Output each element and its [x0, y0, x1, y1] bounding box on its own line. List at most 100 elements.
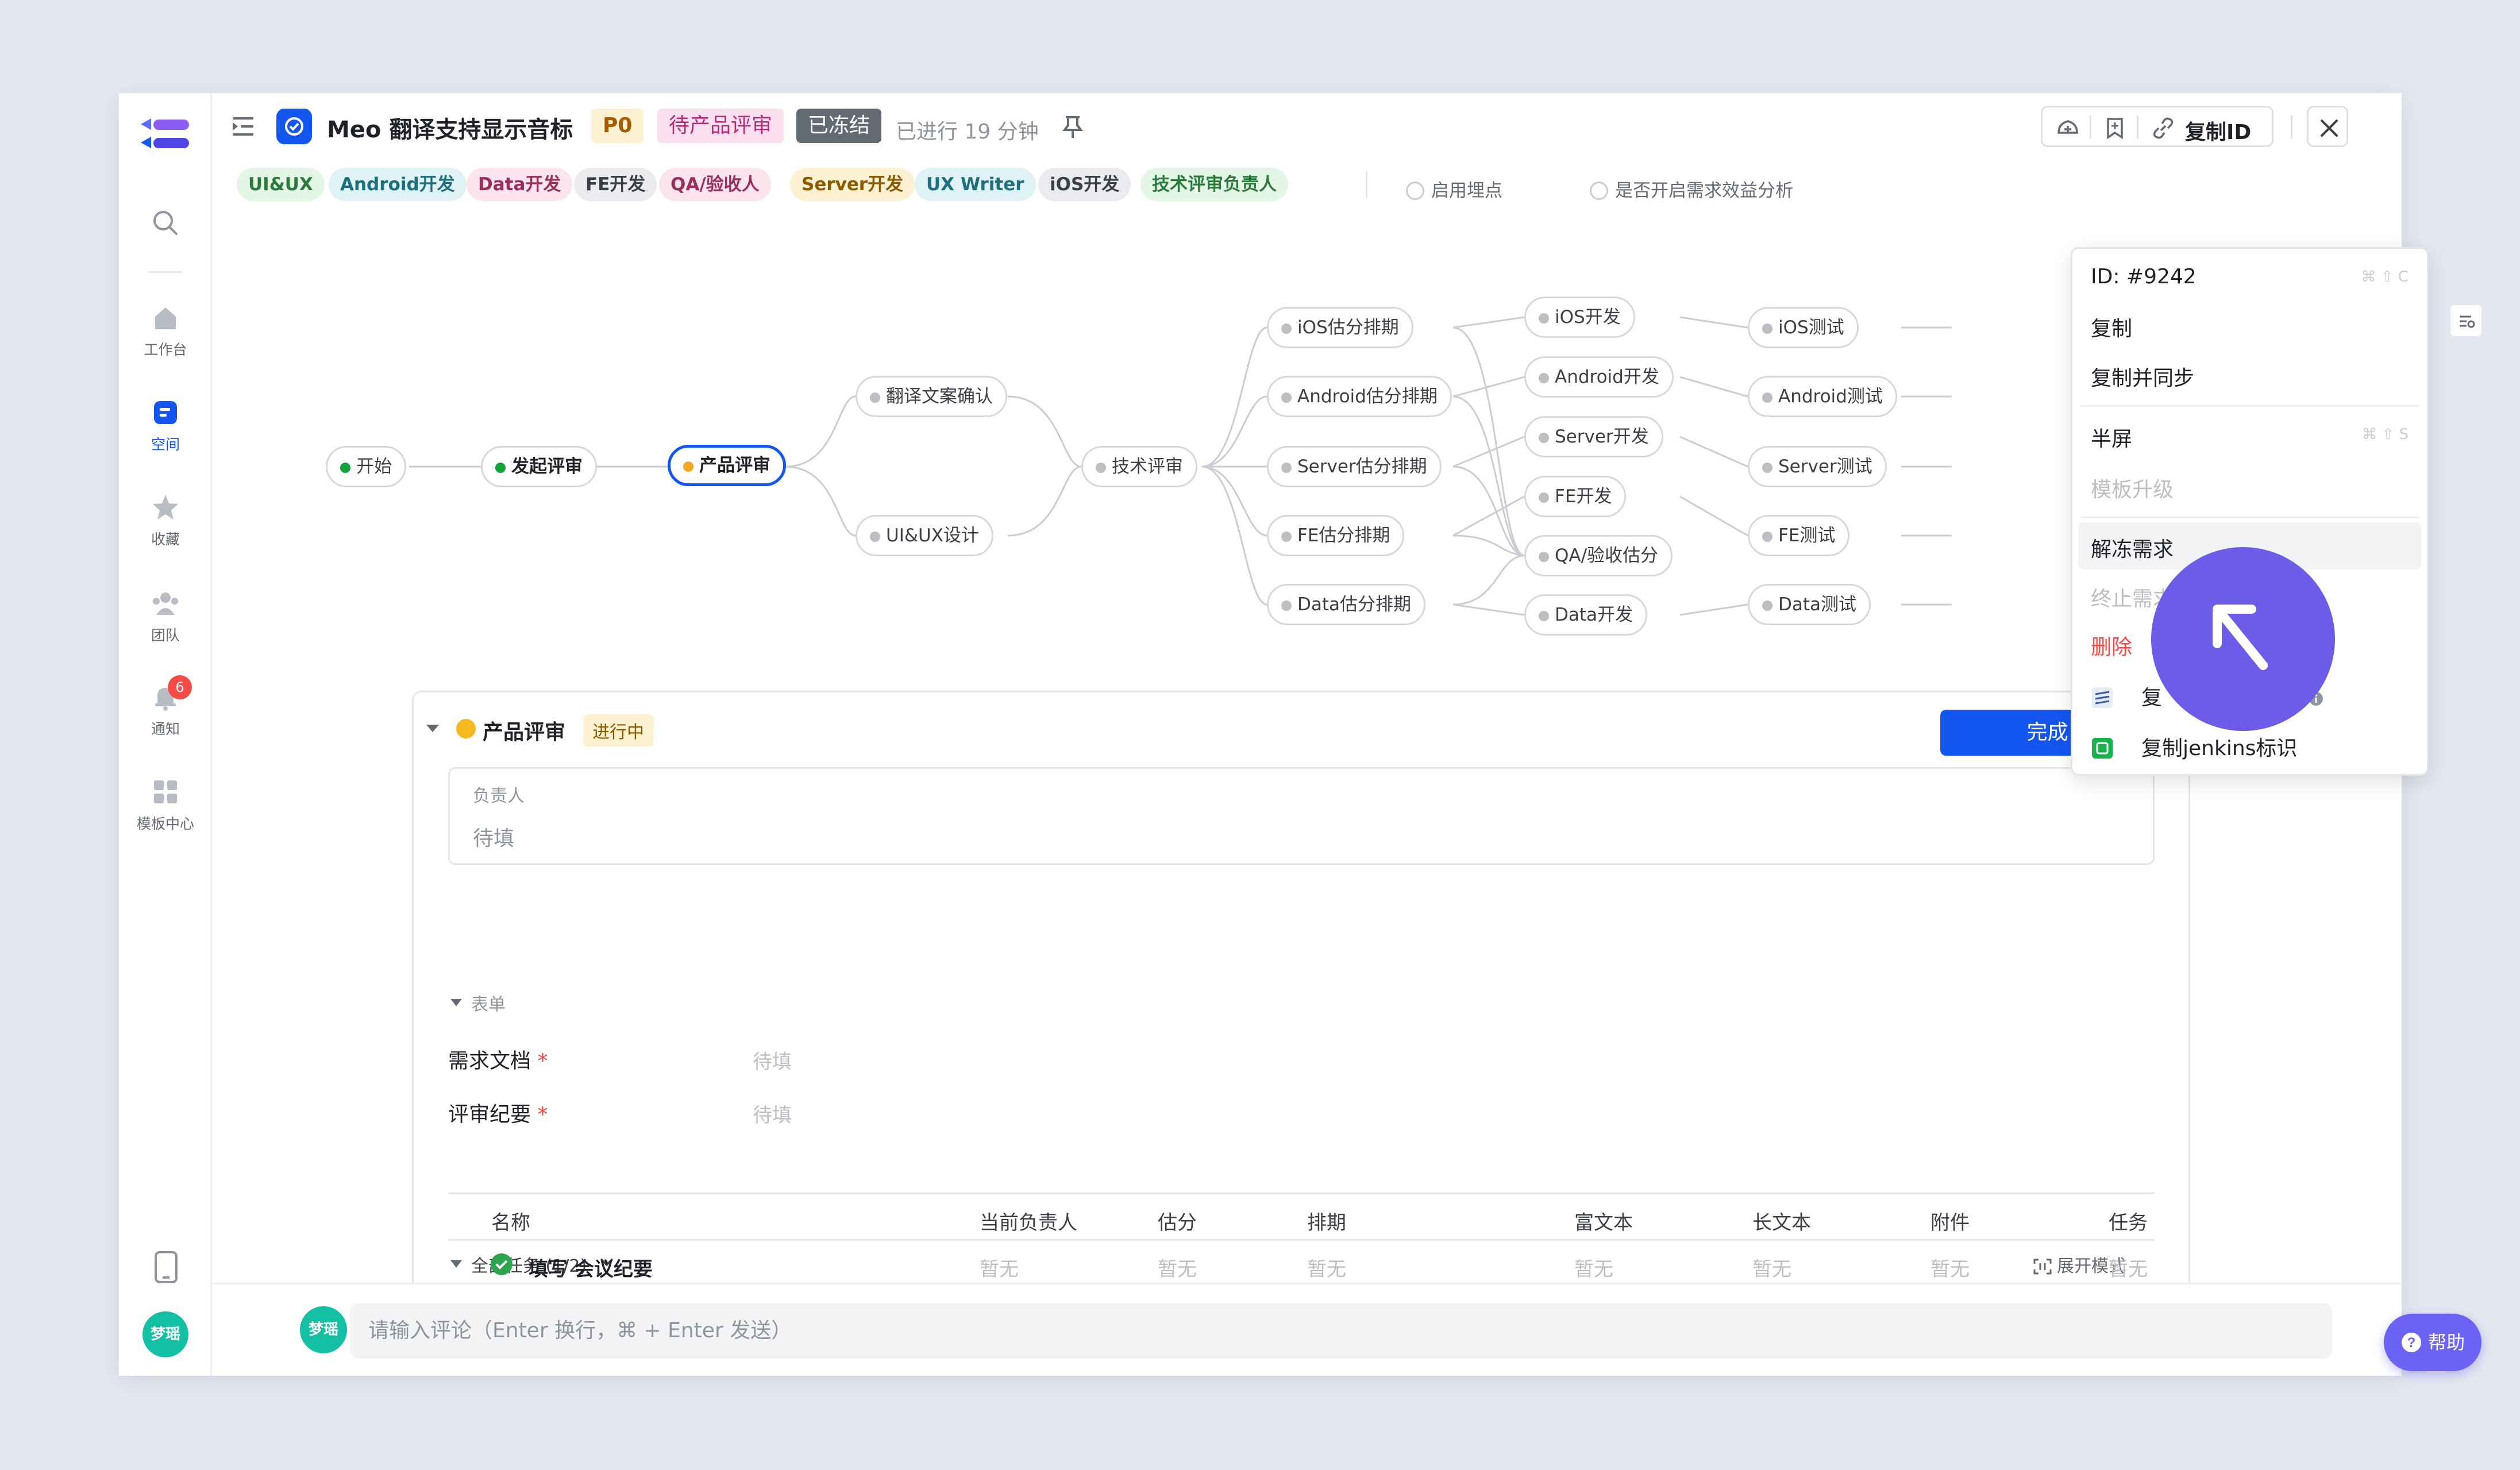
flow-node-ios-dev[interactable]: iOS开发 [1524, 297, 1635, 338]
flow-node-label: 翻译文案确认 [886, 386, 993, 407]
field-label-text: 评审纪要 [448, 1103, 531, 1126]
menu-item-label: 复制jenkins标识 [2141, 737, 2298, 760]
flow-node-label: 发起评审 [511, 456, 583, 477]
flow-node-start[interactable]: 开始 [326, 446, 406, 487]
table-cell: 暂无 [980, 1258, 1019, 1281]
table-header: 名称 当前负责人 估分 排期 富文本 长文本 附件 任务 [448, 1192, 2155, 1241]
flow-node-label: FE测试 [1778, 525, 1836, 546]
check-circle-icon[interactable] [490, 1252, 514, 1276]
flow-node-copy-confirm[interactable]: 翻译文案确认 [856, 376, 1007, 417]
node-title: 产品评审 [483, 721, 566, 744]
flow-node-ios-estimate[interactable]: iOS估分排期 [1267, 307, 1413, 348]
menu-item-delete[interactable]: 删除 [2091, 630, 2132, 660]
menu-item-label: 删除 [2091, 636, 2133, 659]
flow-node-label: 技术评审 [1112, 456, 1183, 477]
column-header: 长文本 [1752, 1211, 1811, 1234]
flow-node-label: Data估分排期 [1297, 594, 1412, 615]
flow-node-ios-test[interactable]: iOS测试 [1748, 307, 1859, 348]
menu-item-id[interactable]: ID: #9242 [2091, 265, 2197, 288]
layout-toggle-button[interactable] [2449, 303, 2483, 338]
required-mark: * [537, 1049, 548, 1073]
menu-item-template-upgrade: 模板升级 [2091, 473, 2174, 503]
flow-node-fe-estimate[interactable]: FE估分排期 [1267, 515, 1405, 556]
menu-item-label: 解冻需求 [2091, 538, 2174, 561]
flow-node-data-dev[interactable]: Data开发 [1524, 594, 1648, 636]
app-window: 工作台 空间 收藏 团队 6 通知 模板中心 梦瑶 Meo 翻译支持显示音标 P… [119, 93, 2483, 1376]
flow-node-label: iOS估分排期 [1297, 317, 1399, 338]
menu-item-copy-sync[interactable]: 复制并同步 [2091, 361, 2194, 391]
flow-node-fe-dev[interactable]: FE开发 [1524, 476, 1627, 517]
flow-node-label: Android开发 [1555, 367, 1659, 387]
node-detail-panel: 产品评审 进行中 完成 负责人 待填 表单 需求文档 * 待填 评审纪要 * 待… [412, 691, 2190, 1375]
flow-node-server-dev[interactable]: Server开发 [1524, 416, 1663, 457]
flow-node-label: QA/验收估分 [1555, 545, 1659, 566]
column-header: 排期 [1307, 1211, 1346, 1234]
flow-node-uiux-design[interactable]: UI&UX设计 [856, 515, 993, 556]
flow-node-label: 开始 [356, 456, 392, 477]
column-header: 附件 [1931, 1211, 1970, 1234]
column-header: 名称 [491, 1211, 530, 1234]
menu-item-label: 复 [2141, 686, 2163, 710]
menu-item-half-screen[interactable]: 半屏 [2091, 422, 2132, 452]
table-row[interactable]: 填写 会议纪要 暂无 暂无 暂无 暂无 暂无 暂无 暂无 [448, 1241, 2155, 1289]
owner-field[interactable]: 负责人 待填 [448, 767, 2155, 865]
flow-node-tech-review[interactable]: 技术评审 [1081, 446, 1197, 487]
flow-node-label: Android测试 [1778, 386, 1883, 407]
svg-text:?: ? [2407, 1335, 2416, 1350]
flow-node-android-test[interactable]: Android测试 [1748, 376, 1897, 417]
column-header: 估分 [1158, 1211, 1197, 1234]
task-name[interactable]: 填写 会议纪要 [529, 1253, 653, 1282]
jenkins-icon [2092, 738, 2113, 759]
field-label-text: 需求文档 [448, 1049, 531, 1073]
table-cell: 暂无 [2109, 1258, 2148, 1281]
required-mark: * [537, 1103, 548, 1126]
flow-node-server-estimate[interactable]: Server估分排期 [1267, 446, 1442, 487]
flow-node-android-estimate[interactable]: Android估分排期 [1267, 376, 1452, 417]
flow-node-label: FE估分排期 [1297, 525, 1390, 546]
flow-node-data-test[interactable]: Data测试 [1748, 584, 1871, 625]
comment-avatar: 梦瑶 [300, 1306, 347, 1353]
field-label-doc: 需求文档 * [448, 1044, 548, 1074]
table-cell: 暂无 [1307, 1258, 1346, 1281]
flow-node-label: UI&UX设计 [886, 525, 979, 546]
flow-node-qa-estimate[interactable]: QA/验收估分 [1524, 535, 1673, 576]
question-icon: ? [2401, 1333, 2421, 1352]
flow-node-server-test[interactable]: Server测试 [1748, 446, 1887, 487]
table-cell: 暂无 [1931, 1258, 1970, 1281]
flow-node-label: Server开发 [1555, 426, 1649, 447]
menu-item-label: 复制 [2091, 317, 2133, 341]
task-table: 名称 当前负责人 估分 排期 富文本 长文本 附件 任务 填写 会议纪要 暂无 … [448, 1192, 2155, 1289]
flow-node-label: Android估分排期 [1297, 386, 1438, 407]
menu-item-label: 模板升级 [2091, 478, 2174, 502]
menu-divider [2080, 517, 2419, 518]
doc-app-icon [2092, 687, 2113, 708]
form-section-title: 表单 [471, 995, 506, 1015]
flow-node-label: Server估分排期 [1297, 456, 1427, 477]
flow-node-product-review[interactable]: 产品评审 [668, 445, 786, 486]
menu-item-copy-jenkins[interactable]: 复制jenkins标识 [2091, 732, 2297, 761]
comment-bar: 梦瑶 请输入评论（Enter 换行，⌘ + Enter 发送） [212, 1283, 2402, 1376]
menu-item-label: ID: #9242 [2091, 265, 2197, 288]
flow-node-data-estimate[interactable]: Data估分排期 [1267, 584, 1426, 625]
comment-input[interactable]: 请输入评论（Enter 换行，⌘ + Enter 发送） [350, 1303, 2332, 1359]
field-value-doc[interactable]: 待填 [753, 1046, 792, 1074]
list-settings-icon [2460, 315, 2475, 328]
flow-node-initiate-review[interactable]: 发起评审 [481, 446, 597, 487]
column-header: 当前负责人 [980, 1211, 1077, 1234]
menu-item-unfreeze[interactable]: 解冻需求 [2091, 533, 2174, 563]
table-cell: 暂无 [1752, 1258, 1791, 1281]
flow-node-android-dev[interactable]: Android开发 [1524, 356, 1674, 398]
status-dot [456, 719, 476, 738]
field-value-minutes[interactable]: 待填 [753, 1099, 792, 1127]
shortcut-hint: ⌘ ⇧ S [2362, 426, 2409, 443]
owner-label: 负责人 [473, 786, 525, 806]
collapse-caret-icon[interactable] [425, 722, 440, 734]
flow-node-label: iOS测试 [1778, 317, 1844, 338]
table-cell: 暂无 [1158, 1258, 1197, 1281]
flow-node-fe-test[interactable]: FE测试 [1748, 515, 1850, 556]
menu-item-copy[interactable]: 复制 [2091, 312, 2132, 342]
flow-node-label: Server测试 [1778, 456, 1872, 477]
flow-node-label: iOS开发 [1555, 307, 1621, 328]
collapse-caret-icon[interactable] [449, 997, 463, 1007]
help-button[interactable]: ? 帮助 [2384, 1314, 2482, 1371]
